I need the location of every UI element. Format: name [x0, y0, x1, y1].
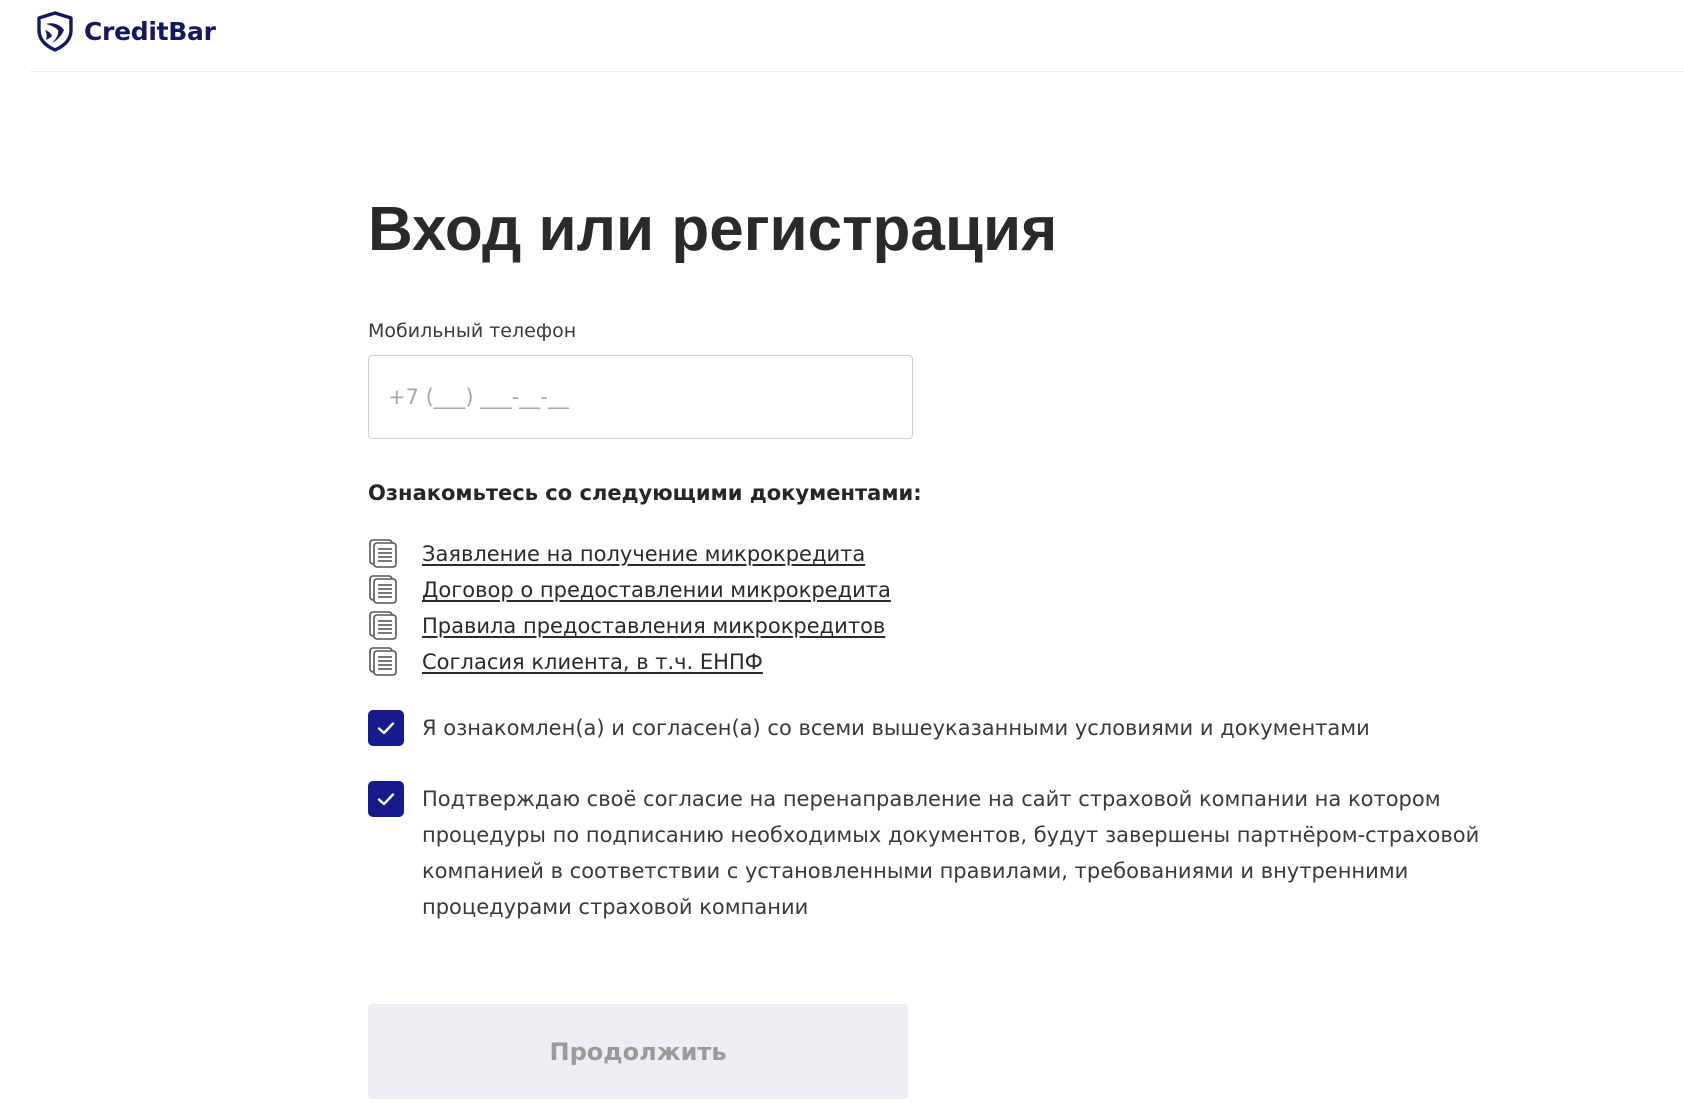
consent-terms-label: Я ознакомлен(а) и согласен(а) со всеми в…	[422, 716, 1370, 740]
checkmark-icon	[377, 722, 395, 735]
list-item: Договор о предоставлении микрокредита	[368, 572, 891, 608]
document-link-loan-application[interactable]: Заявление на получение микрокредита	[422, 542, 865, 566]
list-item: Заявление на получение микрокредита	[368, 536, 891, 572]
documents-heading: Ознакомьтесь со следующими документами:	[368, 481, 922, 505]
brand-logo[interactable]: CreditBar	[34, 10, 216, 52]
document-link-client-consents[interactable]: Согласия клиента, в т.ч. ЕНПФ	[422, 650, 763, 674]
phone-label: Мобильный телефон	[368, 320, 577, 342]
document-stack-icon	[368, 574, 400, 606]
phone-input[interactable]	[368, 355, 913, 439]
document-link-loan-rules[interactable]: Правила предоставления микрокредитов	[422, 614, 885, 638]
shield-logo-icon	[34, 10, 76, 52]
consent-redirect-label: Подтверждаю своё согласие на перенаправл…	[422, 787, 1480, 919]
brand-name: CreditBar	[84, 16, 216, 46]
page-title: Вход или регистрация	[368, 195, 1058, 264]
checkmark-icon	[377, 793, 395, 806]
consent-redirect-row: Подтверждаю своё согласие на перенаправл…	[368, 781, 1482, 925]
documents-list: Заявление на получение микрокредита Дого…	[368, 536, 891, 680]
document-link-loan-agreement[interactable]: Договор о предоставлении микрокредита	[422, 578, 891, 602]
document-stack-icon	[368, 538, 400, 570]
consent-terms-row: Я ознакомлен(а) и согласен(а) со всеми в…	[368, 710, 1482, 746]
site-header: CreditBar	[30, 0, 1684, 72]
list-item: Правила предоставления микрокредитов	[368, 608, 891, 644]
consent-redirect-checkbox[interactable]	[368, 781, 404, 817]
document-stack-icon	[368, 646, 400, 678]
document-stack-icon	[368, 610, 400, 642]
consent-terms-checkbox[interactable]	[368, 710, 404, 746]
continue-button[interactable]: Продолжить	[368, 1004, 908, 1099]
login-form: Вход или регистрация Мобильный телефон О…	[368, 190, 1568, 1099]
list-item: Согласия клиента, в т.ч. ЕНПФ	[368, 644, 891, 680]
